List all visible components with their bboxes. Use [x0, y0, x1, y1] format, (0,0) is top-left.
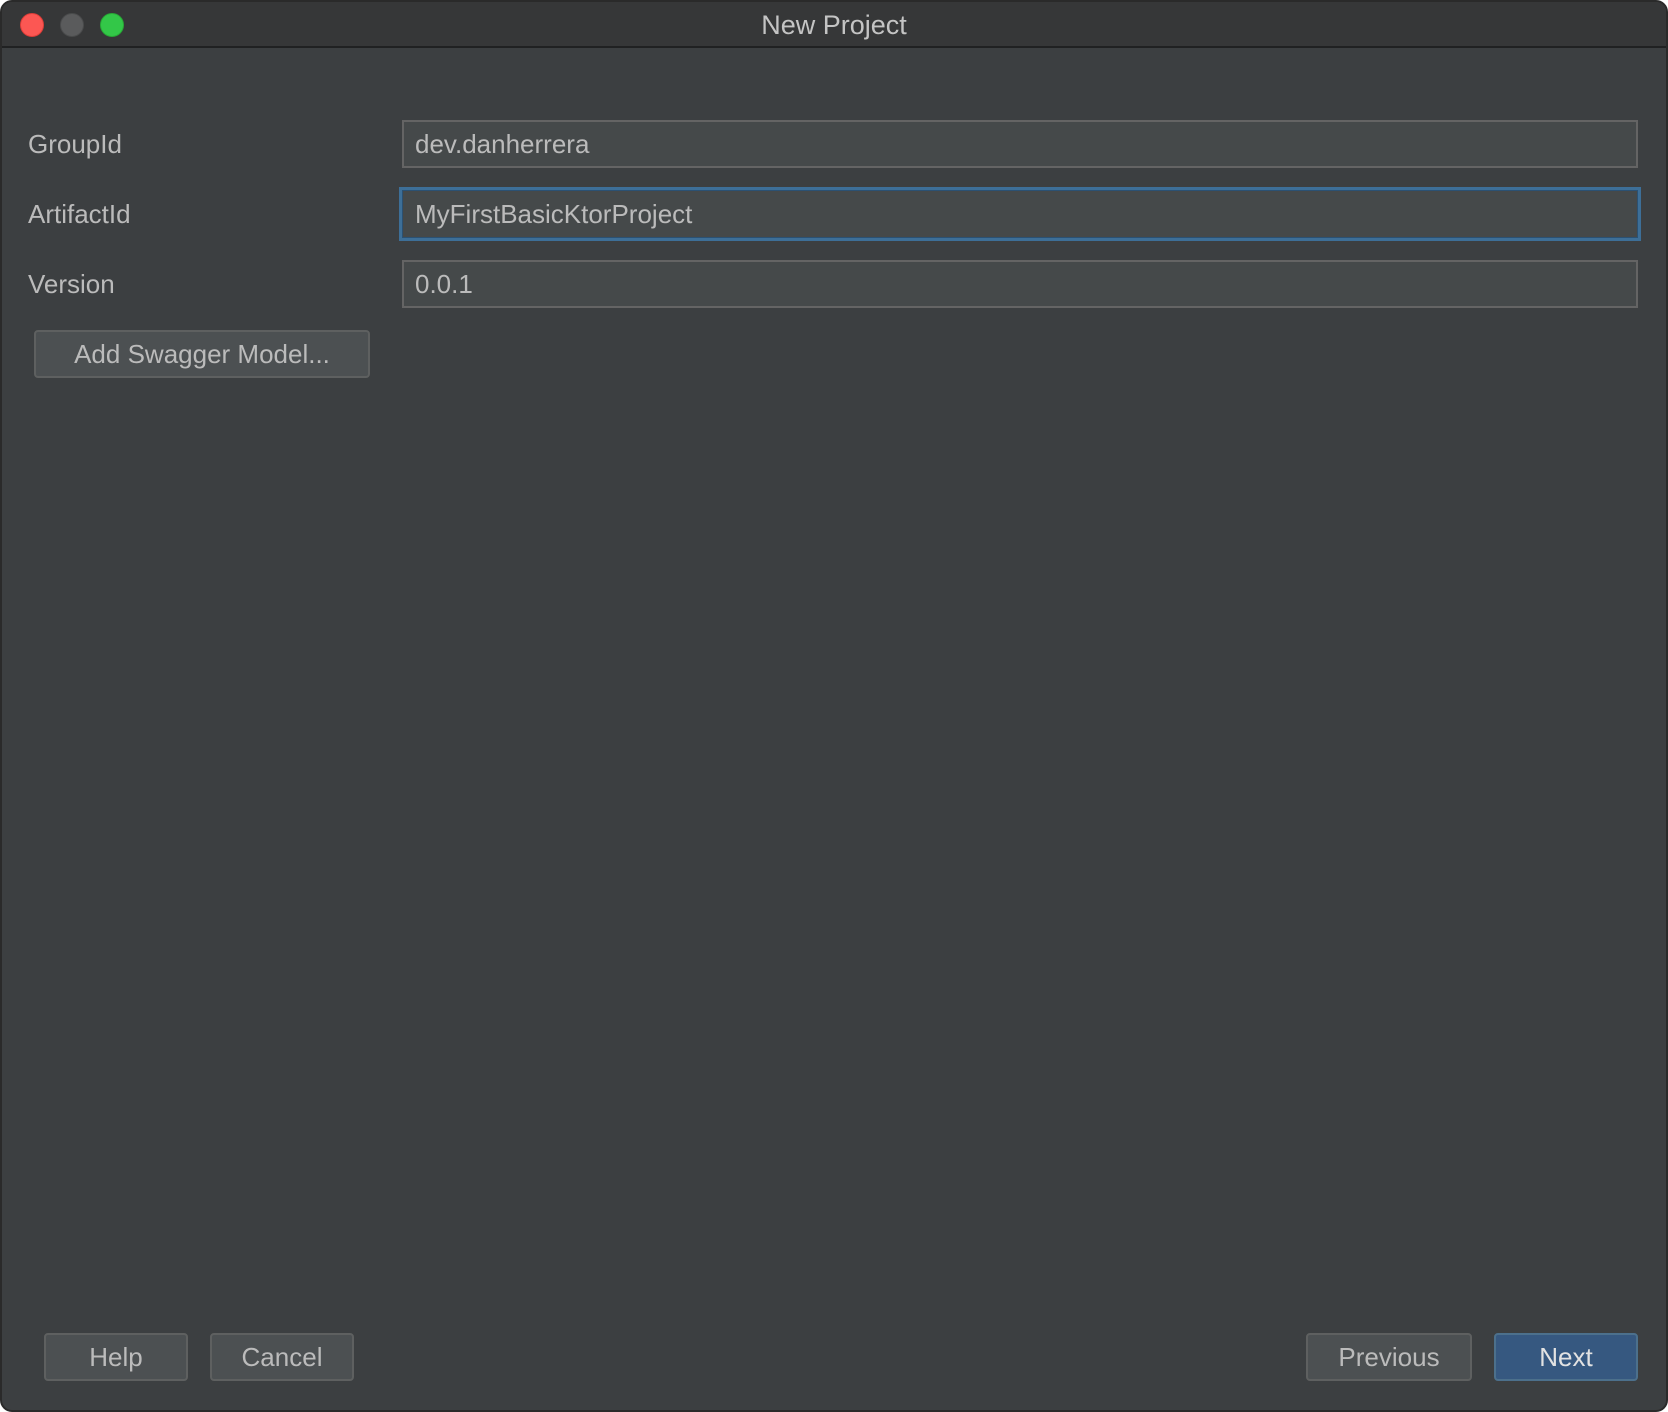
help-button[interactable]: Help: [44, 1333, 188, 1381]
artifact-id-label: ArtifactId: [28, 199, 131, 229]
group-id-label: GroupId: [28, 129, 122, 159]
new-project-dialog: New Project GroupId ArtifactId Version A…: [0, 0, 1668, 1412]
artifact-id-field[interactable]: [399, 187, 1641, 241]
next-button[interactable]: Next: [1494, 1333, 1638, 1381]
previous-button[interactable]: Previous: [1306, 1333, 1472, 1381]
group-id-field[interactable]: [402, 120, 1638, 168]
cancel-button[interactable]: Cancel: [210, 1333, 354, 1381]
title-bar: New Project: [2, 2, 1666, 48]
version-label: Version: [28, 269, 115, 299]
version-field[interactable]: [402, 260, 1638, 308]
window-title: New Project: [761, 10, 907, 40]
add-swagger-model-button[interactable]: Add Swagger Model...: [34, 330, 370, 378]
